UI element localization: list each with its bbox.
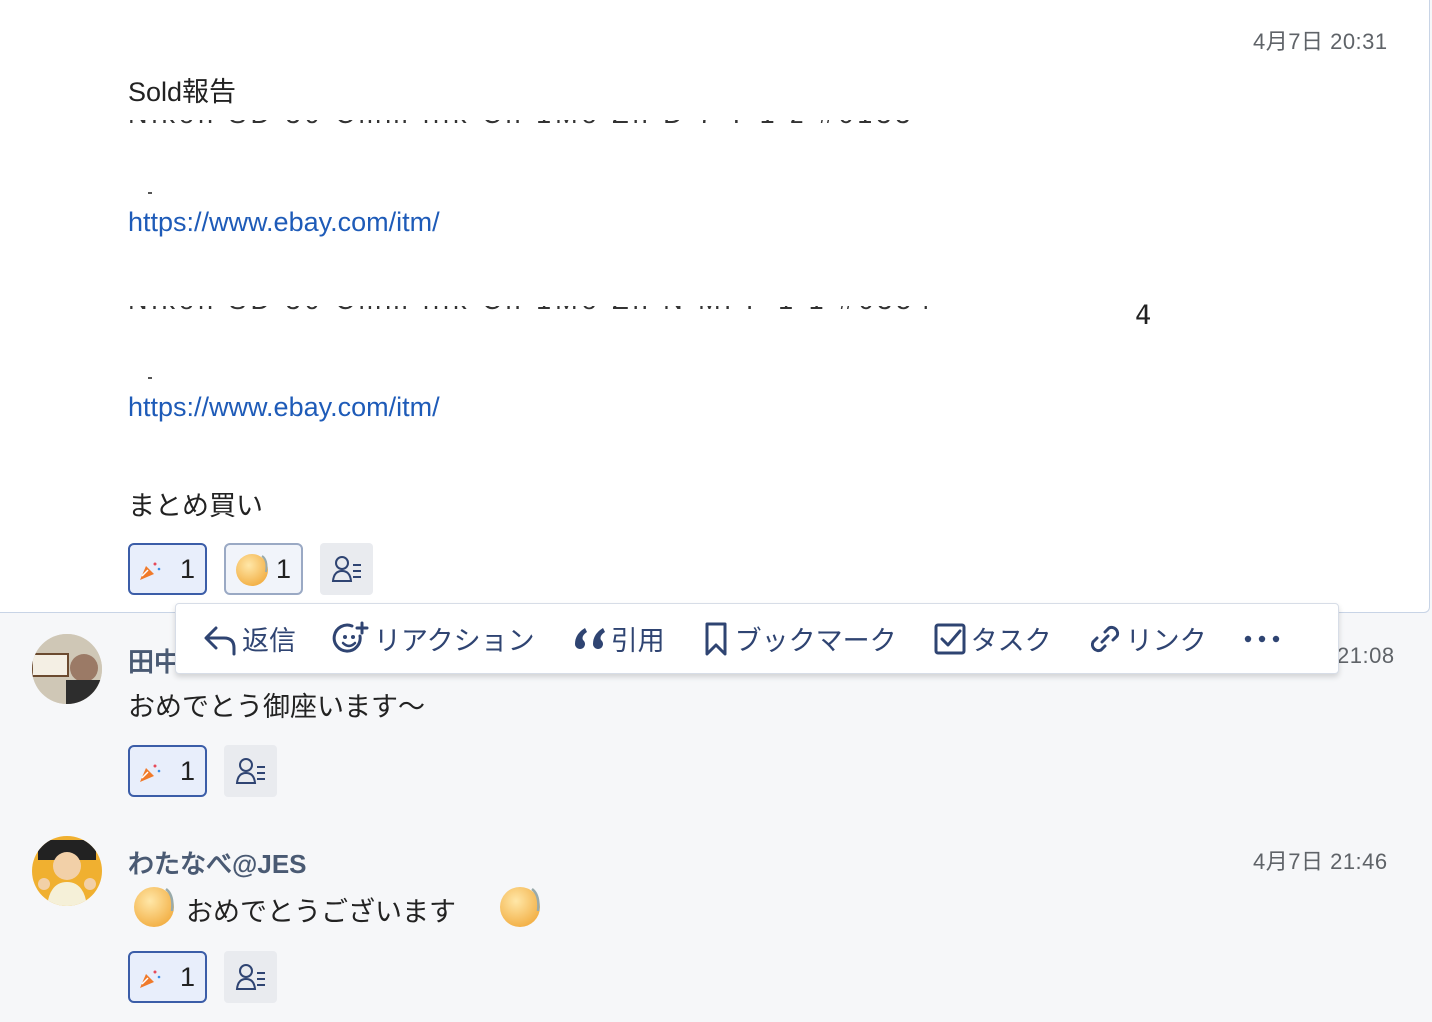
reaction-party-popper[interactable]: 1 xyxy=(128,951,207,1003)
avatar-image xyxy=(32,836,102,906)
sender-name[interactable]: わたなべ@JES xyxy=(128,844,307,881)
message-timestamp: 4月7日 20:31 xyxy=(1253,29,1388,54)
reaction-count: 1 xyxy=(179,755,195,786)
reaction-count: 1 xyxy=(275,553,291,584)
smile-face-icon xyxy=(134,887,174,927)
bookmark-button[interactable]: ブックマーク xyxy=(701,619,897,658)
message-action-toolbar: 返信 リアクション 引用 ブックマーク タスク リンク xyxy=(175,603,1339,674)
link-chain-icon xyxy=(1090,625,1119,652)
task-button[interactable]: タスク xyxy=(933,619,1052,658)
reply-arrow-icon xyxy=(204,626,236,655)
readers-icon xyxy=(235,964,265,990)
reaction-party-popper[interactable]: 1 xyxy=(128,745,207,797)
read-receipts-button[interactable] xyxy=(224,951,277,1003)
ellipsis-icon xyxy=(1244,635,1279,642)
smile-face-icon xyxy=(236,554,268,586)
reaction-label: リアクション xyxy=(374,626,535,656)
stray-character: 4 xyxy=(1135,300,1152,331)
link-label: リンク xyxy=(1125,626,1207,656)
reply-label: 返信 xyxy=(242,626,296,656)
smile-face-icon xyxy=(500,887,540,927)
sender-name[interactable]: 田中 xyxy=(128,642,180,679)
bookmark-label: ブックマーク xyxy=(734,626,897,656)
bookmark-icon xyxy=(705,622,727,655)
add-reaction-icon xyxy=(332,621,369,653)
reaction-count: 1 xyxy=(179,553,195,584)
message-text: おめでとうございます xyxy=(186,897,456,927)
message-footer-text: まとめ買い xyxy=(128,491,263,521)
clipped-text-line: Nikon SD 30 Cmm llik Ch 1Mo Zh D 7 T 1 z… xyxy=(128,120,1108,126)
avatar[interactable] xyxy=(32,634,102,704)
clipped-text-fragment xyxy=(148,377,152,379)
task-checkbox-icon xyxy=(934,623,966,654)
readers-icon xyxy=(235,758,265,784)
reply-button[interactable]: 返信 xyxy=(202,619,296,658)
ebay-link-1[interactable]: https://www.ebay.com/itm/ xyxy=(128,207,440,238)
message-sold-report[interactable]: 4月7日 20:31 Sold報告 Nikon SD 30 Cmm llik C… xyxy=(0,0,1430,613)
avatar-image xyxy=(32,634,102,704)
clipped-text-fragment xyxy=(148,192,152,194)
party-popper-icon xyxy=(140,970,161,988)
message-timestamp: 21:08 xyxy=(1337,643,1395,668)
party-popper-icon xyxy=(140,562,161,580)
reaction-party-popper[interactable]: 1 xyxy=(128,543,207,595)
readers-icon xyxy=(331,556,361,582)
quote-icon xyxy=(574,627,605,649)
more-options-button[interactable] xyxy=(1243,634,1283,644)
read-receipts-button[interactable] xyxy=(224,745,277,797)
message-title: Sold報告 xyxy=(128,77,237,107)
quote-button[interactable]: 引用 xyxy=(571,619,665,658)
read-receipts-button[interactable] xyxy=(320,543,373,595)
clipped-text-line: Nikon SD 30 Cmm llik Ch 1Mo Zh N Mi F 1 … xyxy=(128,306,1128,312)
message-timestamp: 4月7日 21:46 xyxy=(1253,849,1388,874)
reaction-button[interactable]: リアクション xyxy=(332,619,535,658)
reaction-smile-face[interactable]: 1 xyxy=(224,543,303,595)
avatar[interactable] xyxy=(32,836,102,906)
link-button[interactable]: リンク xyxy=(1088,619,1207,658)
party-popper-icon xyxy=(140,764,161,782)
ebay-link-2[interactable]: https://www.ebay.com/itm/ xyxy=(128,392,440,423)
message-text: おめでとう御座います〜 xyxy=(128,692,425,722)
reaction-count: 1 xyxy=(179,961,195,992)
task-label: タスク xyxy=(970,626,1052,656)
quote-label: 引用 xyxy=(610,626,665,656)
